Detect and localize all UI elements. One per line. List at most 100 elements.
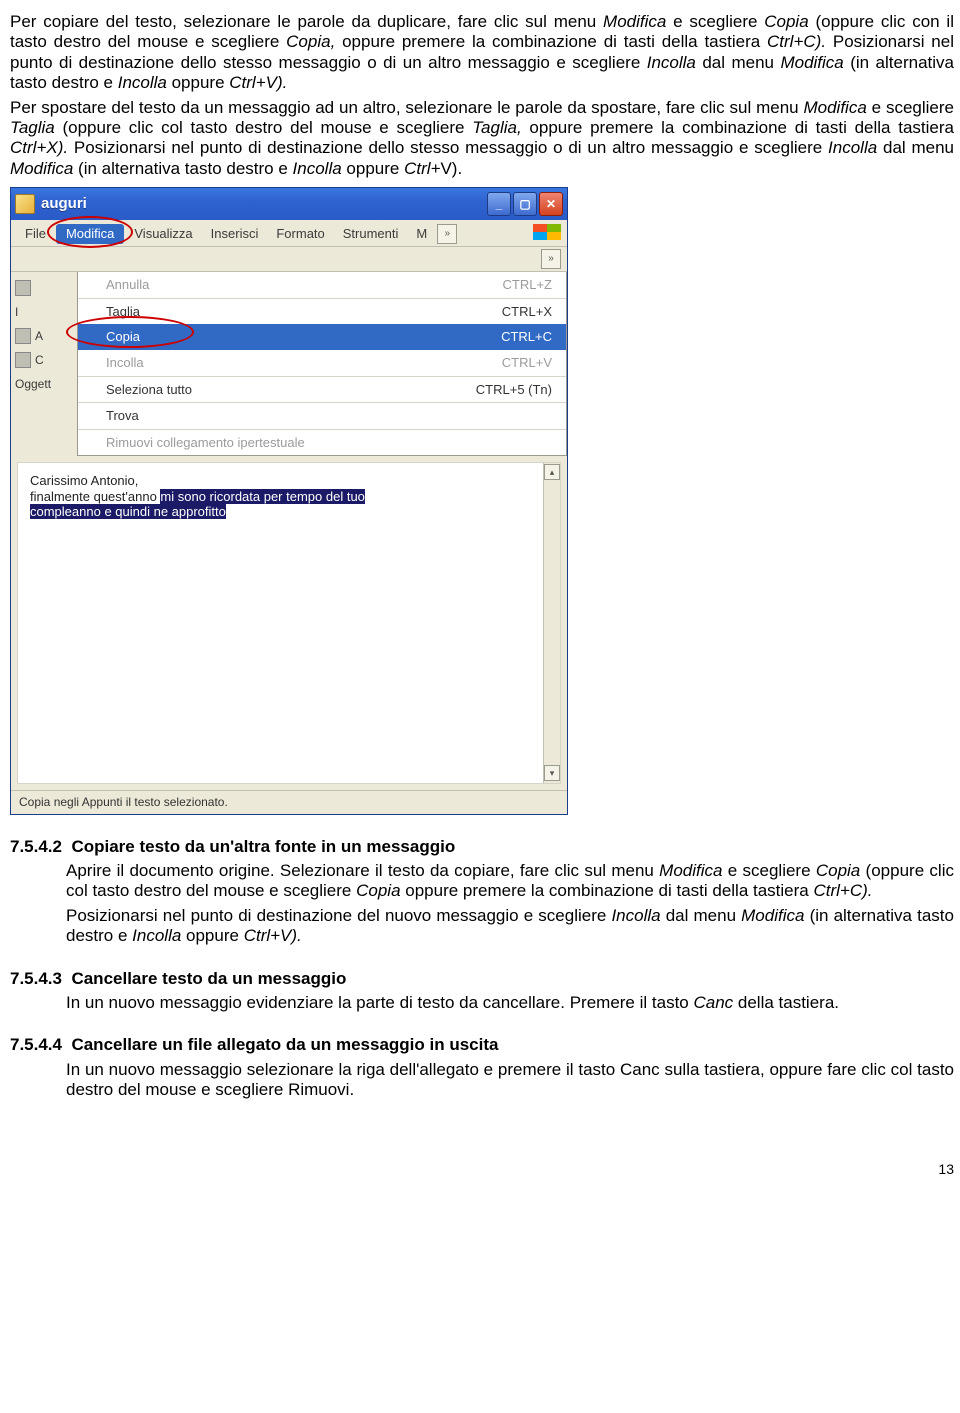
windows-logo-icon [533, 224, 561, 244]
field-label[interactable]: A [35, 329, 43, 343]
text-ctrlc: Ctrl+C). [767, 32, 826, 51]
sec-title: Cancellare un file allegato da un messag… [71, 1035, 498, 1054]
text: della tastiera. [733, 993, 839, 1012]
vertical-scrollbar[interactable]: ▴ ▾ [543, 463, 560, 783]
dropdown-modifica: Annulla CTRL+Z Taglia CTRL+X Copia CTRL+C I… [77, 272, 567, 456]
text: oppure [342, 159, 404, 178]
menu-more[interactable]: M [408, 224, 435, 244]
text: Posizionarsi nel punto di destinazione d… [66, 906, 611, 925]
text: e scegliere [867, 98, 954, 117]
text-incolla: Incolla [828, 138, 877, 157]
paragraph-copy: Per copiare del testo, selezionare le pa… [10, 12, 954, 94]
text: finalmente quest'anno [30, 489, 160, 504]
text: Modifica [659, 861, 722, 880]
field-label-subject: Oggett [15, 377, 51, 391]
menu-visualizza[interactable]: Visualizza [126, 224, 200, 244]
scroll-down-icon[interactable]: ▾ [544, 765, 560, 781]
text: e scegliere [666, 12, 764, 31]
menu-strumenti[interactable]: Strumenti [335, 224, 407, 244]
label: Copia [106, 329, 140, 345]
scroll-up-icon[interactable]: ▴ [544, 464, 560, 480]
shortcut: CTRL+X [502, 304, 552, 320]
menu-item-seleziona-tutto[interactable]: Seleziona tuttoCTRL+5 (Tn) [78, 376, 566, 403]
menubar: File Modifica Visualizza Inserisci Forma… [11, 220, 567, 247]
text: Aprire il documento origine. Selezionare… [66, 861, 659, 880]
label: Seleziona tutto [106, 382, 192, 398]
label: Incolla [106, 355, 144, 371]
text: oppure premere la combinazione di tasti … [401, 881, 814, 900]
menu-item-trova[interactable]: Trova [78, 402, 566, 429]
menu-item-annulla: Annulla CTRL+Z [78, 272, 566, 298]
label: Taglia [106, 304, 140, 320]
text-modifica2: Modifica [780, 53, 843, 72]
text: oppure [181, 926, 243, 945]
window-title: auguri [41, 195, 87, 213]
text-modifica2: Modifica [10, 159, 73, 178]
shortcut: CTRL+C [501, 329, 552, 345]
text: Per copiare del testo, selezionare le pa… [10, 12, 603, 31]
text-ctrl: Ctrl+ [404, 159, 440, 178]
menu-formato[interactable]: Formato [268, 224, 332, 244]
sec-title: Cancellare testo da un messaggio [71, 969, 346, 988]
text-taglia: Taglia [10, 118, 55, 137]
heading-7544: 7.5.4.4 Cancellare un file allegato da u… [10, 1035, 954, 1055]
body-line3: compleanno e quindi ne approfitto [30, 504, 548, 520]
maximize-button[interactable]: ▢ [513, 192, 537, 216]
menu-file[interactable]: File [17, 224, 54, 244]
text-modifica: Modifica [603, 12, 666, 31]
text: e scegliere [722, 861, 815, 880]
text-copia: Copia [764, 12, 808, 31]
text-incolla2: Incolla [293, 159, 342, 178]
field-label[interactable]: C [35, 353, 44, 367]
text: dal menu [877, 138, 954, 157]
text-v: V). [440, 159, 462, 178]
label: Rimuovi collegamento ipertestuale [106, 435, 305, 451]
menu-modifica[interactable]: Modifica [56, 224, 124, 244]
text: Incolla [132, 926, 181, 945]
paragraph-move: Per spostare del testo da un messaggio a… [10, 98, 954, 180]
label: Trova [106, 408, 139, 424]
text-ctrlx: Ctrl+X). [10, 138, 68, 157]
menu-item-taglia[interactable]: Taglia CTRL+X [78, 298, 566, 325]
text: In un nuovo messaggio evidenziare la par… [66, 993, 693, 1012]
menu-overflow-icon[interactable]: » [437, 224, 457, 244]
menu-item-copia[interactable]: Copia CTRL+C [78, 324, 566, 350]
text: (oppure clic col tasto destro del mouse … [55, 118, 472, 137]
text: dal menu [696, 53, 781, 72]
text: oppure premere la combinazione di tasti … [522, 118, 954, 137]
statusbar: Copia negli Appunti il testo selezionato… [11, 790, 567, 813]
text: Copia [816, 861, 860, 880]
text-incolla2: Incolla [118, 73, 167, 92]
text: dal menu [661, 906, 742, 925]
toolbar-overflow-icon[interactable]: » [541, 249, 561, 269]
menu-item-rimuovi-collegamento: Rimuovi collegamento ipertestuale [78, 429, 566, 456]
label: Annulla [106, 277, 149, 293]
app-icon [15, 194, 35, 214]
shortcut: CTRL+Z [503, 277, 552, 293]
heading-7543: 7.5.4.3 Cancellare testo da un messaggio [10, 969, 954, 989]
close-button[interactable]: ✕ [539, 192, 563, 216]
shortcut: CTRL+V [502, 355, 552, 371]
field-label: I [15, 305, 18, 319]
text-copia2: Copia, [286, 32, 335, 51]
sec-number: 7.5.4.4 [10, 1035, 62, 1054]
body-line1: Carissimo Antonio, [30, 473, 548, 489]
para-7542-2: Posizionarsi nel punto di destinazione d… [66, 906, 954, 947]
header-fields-column: I A C Oggett [11, 272, 77, 396]
para-7543: In un nuovo messaggio evidenziare la par… [66, 993, 954, 1013]
menu-item-incolla: Incolla CTRL+V [78, 350, 566, 376]
text-taglia2: Taglia, [472, 118, 521, 137]
text-modifica: Modifica [803, 98, 866, 117]
heading-7542: 7.5.4.2 Copiare testo da un'altra fonte … [10, 837, 954, 857]
text-ctrlv: Ctrl+V). [229, 73, 287, 92]
text: Incolla [611, 906, 660, 925]
text: Posizionarsi nel punto di destinazione d… [68, 138, 828, 157]
sec-number: 7.5.4.3 [10, 969, 62, 988]
screenshot-outlook-express: auguri _ ▢ ✕ File Modifica Visualizza In… [10, 187, 954, 815]
text: oppure premere la combinazione di tasti … [335, 32, 767, 51]
text: Ctrl+V). [244, 926, 302, 945]
menu-inserisci[interactable]: Inserisci [203, 224, 267, 244]
minimize-button[interactable]: _ [487, 192, 511, 216]
selected-text: compleanno e quindi ne approfitto [30, 504, 226, 519]
message-body[interactable]: Carissimo Antonio, finalmente quest'anno… [17, 462, 561, 784]
